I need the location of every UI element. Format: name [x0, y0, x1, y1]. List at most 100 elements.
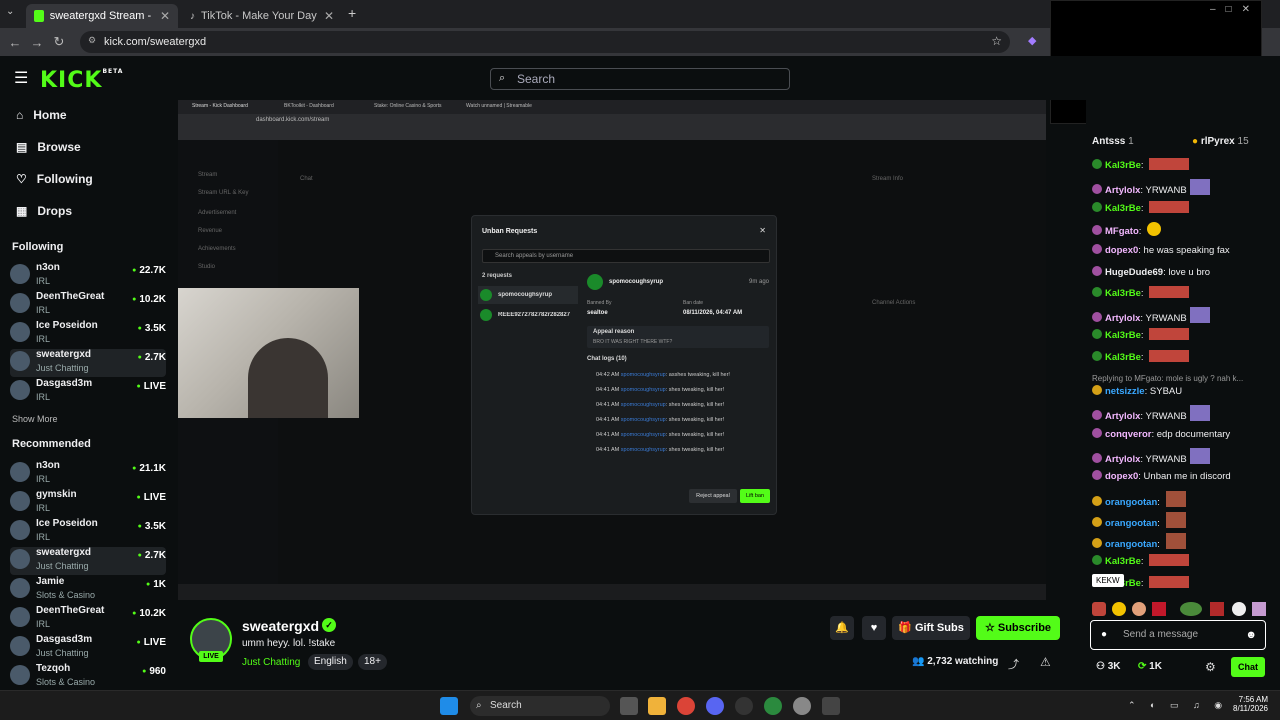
chat-message[interactable]: Kal3rBe:	[1092, 328, 1278, 348]
sidebar-item-drops[interactable]: ▦ Drops	[16, 200, 72, 222]
recommended-channel[interactable]: Dasgasd3mJust ChattingLIVE	[10, 634, 166, 662]
chat-message[interactable]: Kal3rBe:	[1092, 200, 1278, 221]
following-channel[interactable]: Ice PoseidonIRL3.5K	[10, 320, 166, 348]
back-icon[interactable]: ←	[4, 35, 26, 50]
chat-username[interactable]: orangootan	[1105, 518, 1157, 529]
category-link[interactable]: Just Chatting	[242, 657, 300, 668]
chat-username[interactable]: orangootan	[1105, 497, 1157, 508]
url-input[interactable]: ⚙ kick.com/sweatergxd ☆	[80, 31, 1010, 53]
chat-message[interactable]: Artylolx: YRWANB	[1092, 307, 1278, 327]
tab-tiktok[interactable]: ♪ TikTok - Make Your Day ✕	[182, 4, 342, 28]
chat-username[interactable]: conqveror	[1105, 429, 1151, 440]
chat-username[interactable]: Artylolx	[1105, 454, 1140, 465]
chat-settings-gear-icon[interactable]: ⚙	[1205, 660, 1216, 674]
following-channel[interactable]: Dasgasd3mIRLLIVE	[10, 378, 166, 406]
chat-message[interactable]: orangootan:	[1092, 533, 1278, 553]
chat-settings-icon[interactable]: ●	[1101, 621, 1107, 649]
emoji-icon[interactable]: ☻	[1245, 621, 1257, 649]
follow-button[interactable]: ♥	[862, 616, 886, 640]
sidebar-item-home[interactable]: ⌂ Home	[16, 104, 67, 126]
system-tray[interactable]: ⌃ ◐ ▭ ♫ ◉	[1128, 700, 1228, 711]
chat-username[interactable]: HugeDude69	[1105, 267, 1163, 278]
emote-icon[interactable]	[1092, 602, 1106, 616]
taskbar-search[interactable]: ⌕ Search	[470, 696, 610, 716]
recommended-channel[interactable]: JamieSlots & Casino1K	[10, 576, 166, 604]
clock[interactable]: 7:56 AM 8/11/2026	[1222, 695, 1268, 713]
forward-icon[interactable]: →	[26, 35, 48, 50]
send-chat-button[interactable]: Chat	[1231, 657, 1265, 677]
chat-username[interactable]: MFgato	[1105, 226, 1139, 237]
recommended-channel[interactable]: DeenTheGreatIRL10.2K	[10, 605, 166, 633]
chat-username[interactable]: dopex0	[1105, 245, 1138, 256]
recommended-channel[interactable]: Ice PoseidonIRL3.5K	[10, 518, 166, 546]
chat-username[interactable]: Kal3rBe	[1105, 330, 1141, 341]
chat-message[interactable]: Artylolx: YRWANB	[1092, 179, 1278, 199]
tag-pill[interactable]: 18+	[358, 654, 387, 670]
chat-message[interactable]: Artylolx: YRWANB	[1092, 405, 1278, 425]
reload-icon[interactable]: ↻	[48, 34, 70, 50]
following-channel[interactable]: sweatergxdJust Chatting2.7K	[10, 349, 166, 377]
chat-message-input[interactable]: ● Send a message ☻	[1090, 620, 1266, 650]
file-explorer-icon[interactable]	[648, 697, 666, 715]
chat-message[interactable]: Kal3rBe:	[1092, 285, 1278, 306]
chat-message[interactable]: Kal3rBe:	[1092, 158, 1278, 178]
share-icon[interactable]: ⤴	[1008, 656, 1019, 672]
obs-icon[interactable]	[735, 697, 753, 715]
site-info-icon[interactable]: ⚙	[88, 35, 96, 46]
following-channel[interactable]: DeenTheGreatIRL10.2K	[10, 291, 166, 319]
gift-subs-button[interactable]: 🎁 Gift Subs	[892, 616, 970, 640]
chat-username[interactable]: Kal3rBe	[1105, 160, 1141, 171]
chrome-icon[interactable]	[764, 697, 782, 715]
chat-message[interactable]: Artylolx: YRWANB	[1092, 447, 1278, 468]
recommended-channel[interactable]: n3onIRL21.1K	[10, 460, 166, 488]
subscribe-button[interactable]: ☆ Subscribe	[976, 616, 1060, 640]
chat-message[interactable]: dopex0: Unban me in discord	[1092, 469, 1278, 489]
emote-icon[interactable]	[1112, 602, 1126, 616]
new-tab-button[interactable]: +	[348, 5, 356, 21]
menu-icon[interactable]: ☰	[14, 68, 28, 88]
emote-icon[interactable]	[1210, 602, 1224, 616]
app-icon[interactable]	[822, 697, 840, 715]
video-player[interactable]: Stream - Kick Dashboard BKToolkit - Dash…	[178, 100, 1046, 600]
emote-icon[interactable]	[1180, 602, 1202, 616]
show-more-link[interactable]: Show More	[12, 414, 58, 424]
chat-message[interactable]: Kal3rBe:	[1092, 349, 1278, 370]
chat-username[interactable]: Kal3rBe	[1105, 203, 1141, 214]
chat-message[interactable]: MFgato:	[1092, 221, 1278, 242]
chat-username[interactable]: dopex0	[1105, 471, 1138, 482]
emote-icon[interactable]	[1132, 602, 1146, 616]
close-tab-icon[interactable]: ✕	[160, 9, 170, 23]
chat-message[interactable]: orangootan:	[1092, 490, 1278, 511]
chat-username[interactable]: Kal3rBe	[1105, 352, 1141, 363]
tag-pill[interactable]: English	[308, 654, 353, 670]
report-icon[interactable]: ⚠	[1040, 655, 1051, 669]
chat-username[interactable]: Artylolx	[1105, 411, 1140, 422]
notification-bell-button[interactable]: 🔔	[830, 616, 854, 640]
chat-message[interactable]: orangootan:	[1092, 511, 1278, 532]
emote-icon[interactable]	[1152, 602, 1166, 616]
chat-message[interactable]: conqveror: edp documentary	[1092, 427, 1278, 447]
following-channel[interactable]: n3onIRL22.7K	[10, 262, 166, 290]
discord-icon[interactable]	[706, 697, 724, 715]
emote-icon[interactable]	[1232, 602, 1246, 616]
task-view-icon[interactable]	[620, 697, 638, 715]
chat-message[interactable]: Kal3rBe:	[1092, 554, 1278, 574]
chat-message[interactable]: HugeDude69: love u bro	[1092, 265, 1278, 285]
emote-icon[interactable]	[1252, 602, 1266, 616]
chat-message[interactable]: netsizzle: SYBAU	[1092, 384, 1278, 404]
chat-username[interactable]: Kal3rBe	[1105, 556, 1141, 567]
tab-search-dropdown-icon[interactable]: ⌄	[6, 6, 14, 17]
settings-icon[interactable]	[793, 697, 811, 715]
chat-username[interactable]: orangootan	[1105, 539, 1157, 550]
chrome-icon[interactable]	[677, 697, 695, 715]
recommended-channel[interactable]: sweatergxdJust Chatting2.7K	[10, 547, 166, 575]
search-input[interactable]: ⌕ Search	[490, 68, 790, 90]
close-tab-icon[interactable]: ✕	[324, 9, 334, 23]
chat-username[interactable]: Artylolx	[1105, 313, 1140, 324]
recommended-channel[interactable]: TezqohSlots & Casino960	[10, 663, 166, 691]
chat-username[interactable]: Artylolx	[1105, 185, 1140, 196]
sidebar-item-browse[interactable]: ▤ Browse	[16, 136, 81, 158]
extension-icon[interactable]: ◆	[1028, 34, 1036, 47]
recommended-channel[interactable]: gymskinIRLLIVE	[10, 489, 166, 517]
windows-start-icon[interactable]	[440, 697, 458, 715]
